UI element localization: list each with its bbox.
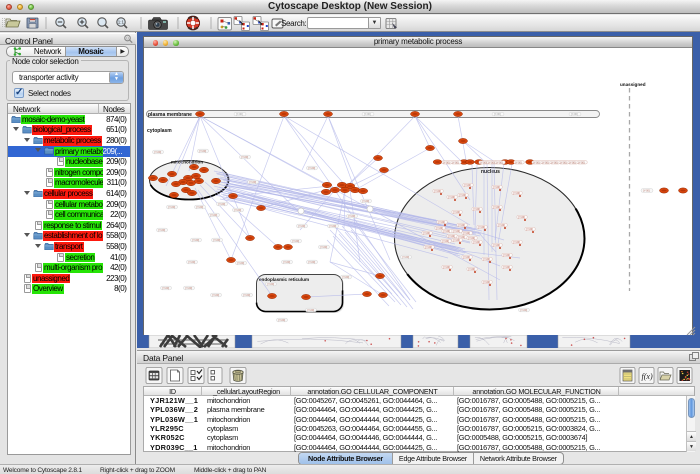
svg-text:[Y-00]: [Y-00] bbox=[459, 194, 466, 197]
svg-text:[Y-00]: [Y-00] bbox=[496, 161, 503, 164]
svg-text:[Y-00]: [Y-00] bbox=[307, 308, 314, 312]
svg-text:[Y-00]: [Y-00] bbox=[494, 112, 501, 116]
svg-text:plasma membrane: plasma membrane bbox=[148, 112, 192, 118]
svg-text:[Y-00]: [Y-00] bbox=[278, 318, 285, 322]
svg-text:[Y-00]: [Y-00] bbox=[438, 221, 445, 224]
svg-text:[Y-00]: [Y-00] bbox=[478, 226, 485, 229]
svg-text:[Y-00]: [Y-00] bbox=[448, 235, 455, 238]
svg-text:[Y-00]: [Y-00] bbox=[362, 199, 369, 203]
svg-text:[Y-00]: [Y-00] bbox=[199, 149, 206, 153]
svg-text:[Y-00]: [Y-00] bbox=[188, 260, 195, 264]
svg-text:[Y-00]: [Y-00] bbox=[513, 241, 520, 244]
svg-text:[Y-00]: [Y-00] bbox=[210, 213, 217, 217]
svg-text:[Y-00]: [Y-00] bbox=[453, 230, 460, 233]
svg-text:[Y-00]: [Y-00] bbox=[513, 192, 520, 195]
svg-text:[Y-00]: [Y-00] bbox=[473, 208, 480, 211]
svg-text:[Y-00]: [Y-00] bbox=[442, 240, 449, 243]
svg-text:[Y-00]: [Y-00] bbox=[483, 258, 490, 261]
svg-text:[Y-00]: [Y-00] bbox=[458, 236, 465, 239]
svg-text:[Y-00]: [Y-00] bbox=[453, 239, 460, 242]
svg-text:[Y-00]: [Y-00] bbox=[453, 211, 460, 214]
svg-text:[Y-00]: [Y-00] bbox=[468, 237, 475, 240]
svg-text:[Y-00]: [Y-00] bbox=[236, 112, 243, 116]
svg-text:[Y-00]: [Y-00] bbox=[464, 184, 471, 187]
svg-text:[Y-00]: [Y-00] bbox=[578, 161, 585, 164]
svg-text:unassigned: unassigned bbox=[620, 82, 646, 87]
svg-text:[Y-00]: [Y-00] bbox=[458, 224, 465, 227]
svg-text:[Y-00]: [Y-00] bbox=[493, 206, 500, 209]
svg-text:endoplasmic reticulum: endoplasmic reticulum bbox=[259, 277, 309, 282]
svg-text:[Y-00]: [Y-00] bbox=[283, 260, 290, 264]
svg-text:[Y-00]: [Y-00] bbox=[329, 224, 336, 228]
svg-text:mitochondrion: mitochondrion bbox=[171, 160, 203, 165]
svg-text:1:1: 1:1 bbox=[118, 20, 125, 25]
svg-text:[Y-00]: [Y-00] bbox=[342, 275, 349, 279]
svg-text:[Y-00]: [Y-00] bbox=[308, 260, 315, 264]
svg-text:[Y-00]: [Y-00] bbox=[348, 214, 355, 218]
svg-text:[Y-00]: [Y-00] bbox=[196, 205, 203, 209]
svg-text:[Y-00]: [Y-00] bbox=[158, 228, 165, 232]
svg-text:[Y-00]: [Y-00] bbox=[448, 196, 455, 199]
svg-text:[Y-00]: [Y-00] bbox=[218, 202, 225, 206]
svg-text:[Y-00]: [Y-00] bbox=[443, 230, 450, 233]
svg-text:[Y-00]: [Y-00] bbox=[468, 268, 475, 271]
svg-text:[Y-00]: [Y-00] bbox=[493, 244, 500, 247]
svg-text:cytoplasm: cytoplasm bbox=[147, 128, 172, 134]
svg-text:[Y-00]: [Y-00] bbox=[643, 188, 650, 192]
svg-text:[Y-00]: [Y-00] bbox=[463, 256, 470, 259]
svg-text:[Y-00]: [Y-00] bbox=[292, 239, 299, 243]
svg-text:[Y-00]: [Y-00] bbox=[518, 216, 525, 219]
svg-text:[Y-00]: [Y-00] bbox=[526, 228, 533, 231]
svg-text:[Y-00]: [Y-00] bbox=[185, 286, 192, 290]
svg-text:[Y-00]: [Y-00] bbox=[425, 246, 432, 249]
svg-text:[Y-00]: [Y-00] bbox=[298, 224, 305, 228]
svg-text:[Y-00]: [Y-00] bbox=[443, 161, 450, 164]
svg-text:[Y-00]: [Y-00] bbox=[542, 161, 549, 164]
svg-text:[Y-00]: [Y-00] bbox=[493, 186, 500, 189]
svg-text:f(x): f(x) bbox=[642, 372, 653, 381]
svg-text:[Y-00]: [Y-00] bbox=[503, 254, 510, 257]
svg-text:[Y-00]: [Y-00] bbox=[267, 282, 274, 286]
svg-text:[Y-00]: [Y-00] bbox=[162, 286, 169, 290]
svg-text:[Y-00]: [Y-00] bbox=[320, 245, 327, 249]
svg-text:[Y-00]: [Y-00] bbox=[241, 155, 248, 159]
svg-text:[Y-00]: [Y-00] bbox=[533, 161, 540, 164]
svg-text:[Y-00]: [Y-00] bbox=[452, 161, 459, 164]
svg-text:[Y-00]: [Y-00] bbox=[463, 232, 470, 235]
svg-text:[Y-00]: [Y-00] bbox=[571, 112, 578, 116]
svg-text:[Y-00]: [Y-00] bbox=[443, 266, 450, 269]
svg-text:[Y-00]: [Y-00] bbox=[192, 238, 199, 242]
svg-text:[Y-00]: [Y-00] bbox=[483, 281, 490, 284]
svg-text:[Y-00]: [Y-00] bbox=[434, 190, 441, 193]
svg-text:[Y-00]: [Y-00] bbox=[503, 266, 510, 269]
svg-text:[Y-00]: [Y-00] bbox=[480, 161, 487, 164]
svg-text:[Y-00]: [Y-00] bbox=[551, 161, 558, 164]
svg-text:[Y-00]: [Y-00] bbox=[569, 161, 576, 164]
svg-text:[Y-00]: [Y-00] bbox=[402, 255, 409, 259]
svg-text:[Y-00]: [Y-00] bbox=[212, 293, 219, 297]
svg-text:[Y-00]: [Y-00] bbox=[436, 227, 443, 230]
svg-text:[Y-00]: [Y-00] bbox=[520, 308, 527, 312]
svg-text:[Y-00]: [Y-00] bbox=[154, 150, 161, 154]
svg-text:[Y-00]: [Y-00] bbox=[213, 238, 220, 242]
svg-text:[Y-00]: [Y-00] bbox=[423, 232, 430, 235]
svg-text:[Y-00]: [Y-00] bbox=[249, 180, 256, 184]
svg-text:[Y-00]: [Y-00] bbox=[243, 293, 250, 297]
svg-text:[Y-00]: [Y-00] bbox=[515, 161, 522, 164]
svg-text:[Y-00]: [Y-00] bbox=[308, 166, 315, 170]
svg-text:[Y-00]: [Y-00] bbox=[488, 161, 495, 164]
svg-text:[Y-00]: [Y-00] bbox=[168, 205, 175, 209]
svg-text:[Y-00]: [Y-00] bbox=[234, 208, 241, 212]
svg-text:[Y-00]: [Y-00] bbox=[364, 112, 371, 116]
svg-text:[Y-00]: [Y-00] bbox=[473, 241, 480, 244]
svg-text:[Y-00]: [Y-00] bbox=[237, 261, 244, 265]
svg-text:[Y-00]: [Y-00] bbox=[498, 224, 505, 227]
svg-text:[Y-00]: [Y-00] bbox=[560, 161, 567, 164]
